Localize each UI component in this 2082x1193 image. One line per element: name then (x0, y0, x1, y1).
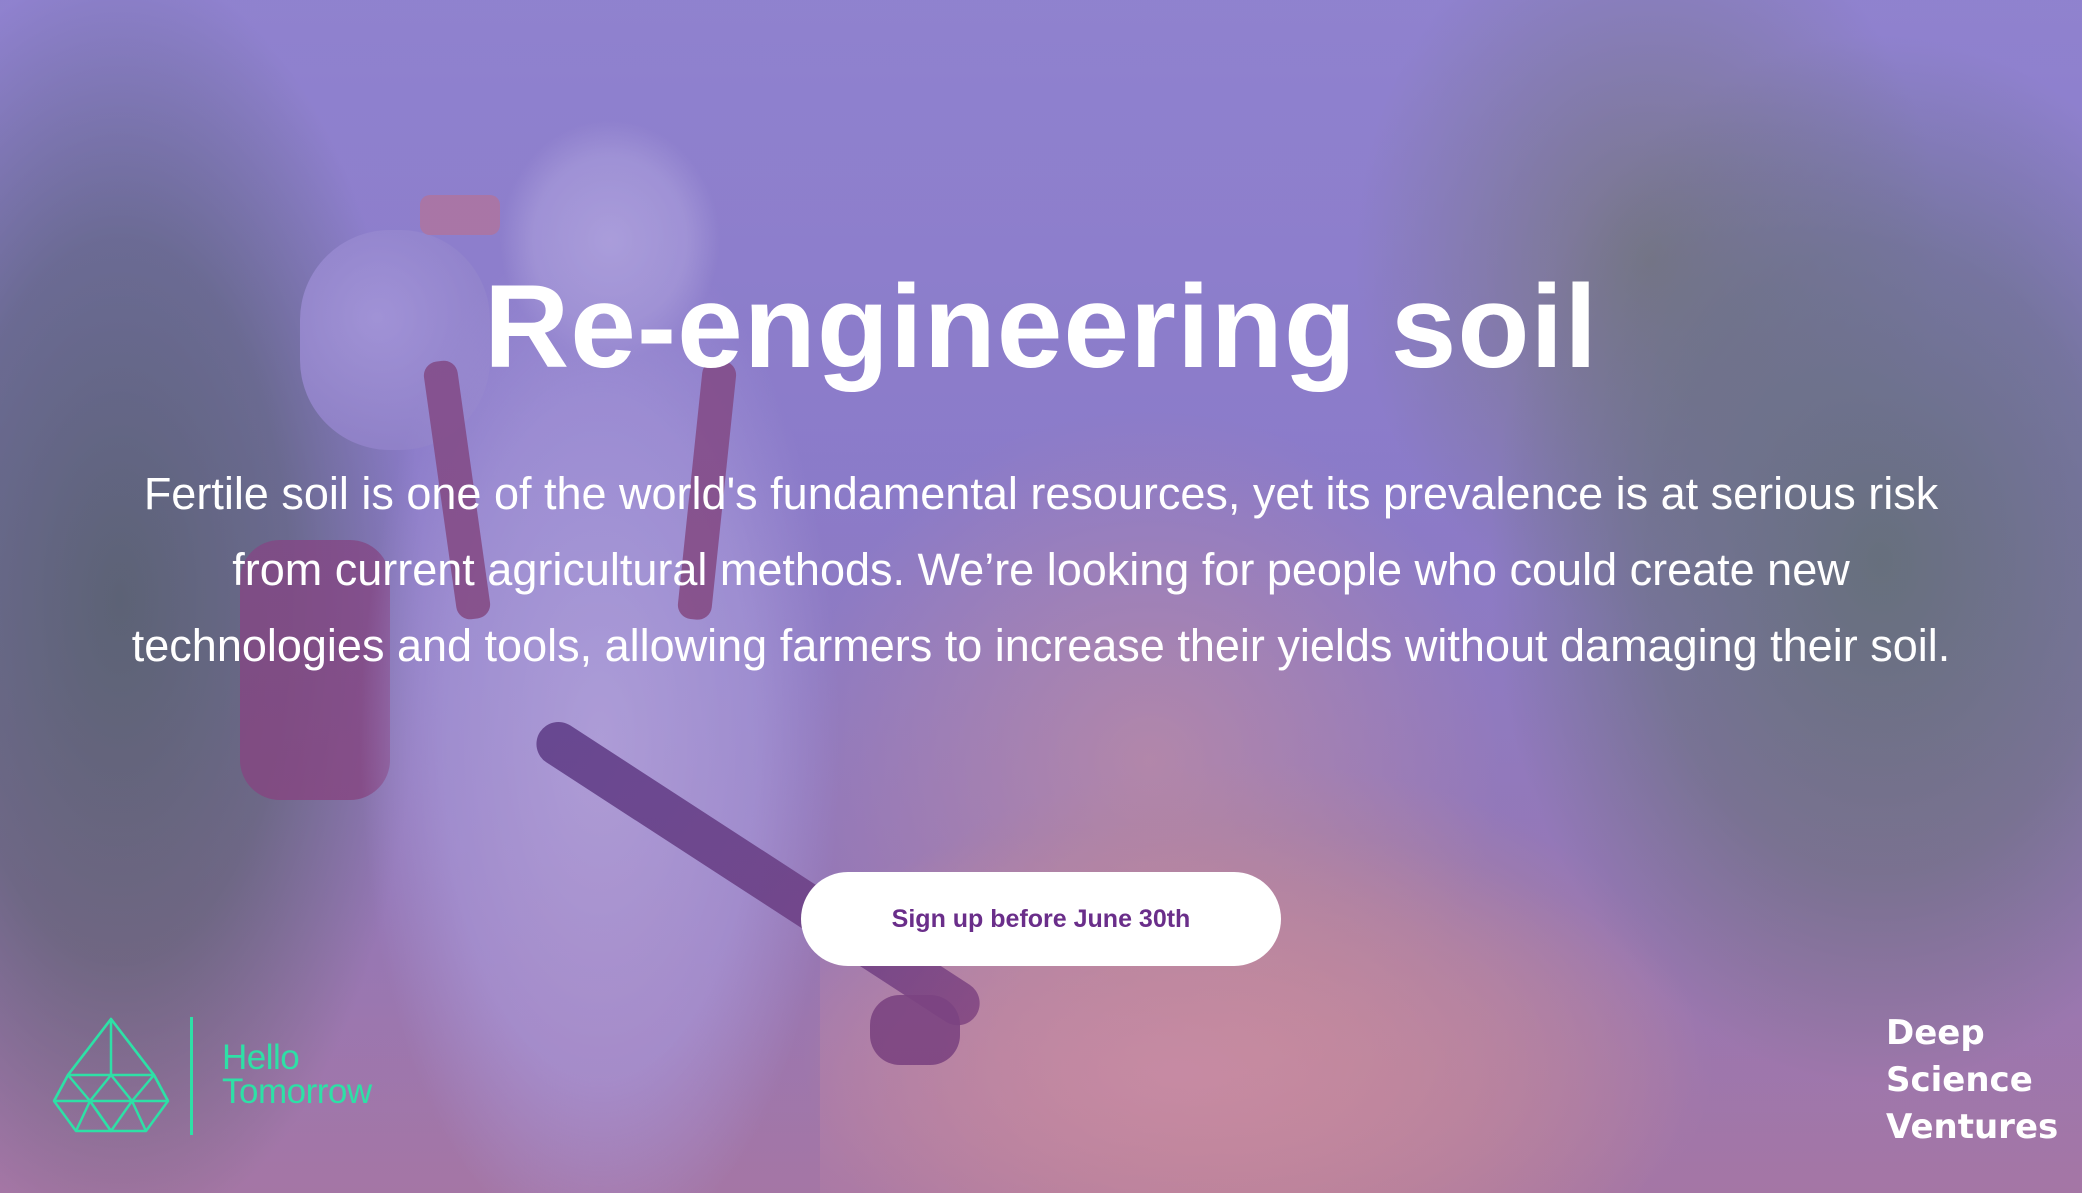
wordmark-line: Ventures (1886, 1107, 2059, 1147)
wordmark-line: Tomorrow (222, 1072, 372, 1111)
wordmark-line: Hello (222, 1038, 300, 1077)
hero-section: Re-engineering soil Fertile soil is one … (0, 0, 2082, 1193)
diamond-gem-icon (52, 1017, 170, 1133)
wordmark-line: Deep (1886, 1013, 1985, 1053)
hello-tomorrow-wordmark: Hello Tomorrow (222, 1038, 372, 1111)
hello-tomorrow-logo[interactable]: Hello Tomorrow (50, 1015, 410, 1140)
logo-divider (190, 1017, 193, 1135)
page-title: Re-engineering soil (484, 261, 1598, 393)
wordmark-line: Science (1886, 1060, 2033, 1100)
hero-description: Fertile soil is one of the world's funda… (131, 468, 1951, 671)
signup-button[interactable]: Sign up before June 30th (801, 872, 1281, 966)
deep-science-ventures-logo[interactable]: Deep Science Ventures (1886, 1010, 2058, 1151)
